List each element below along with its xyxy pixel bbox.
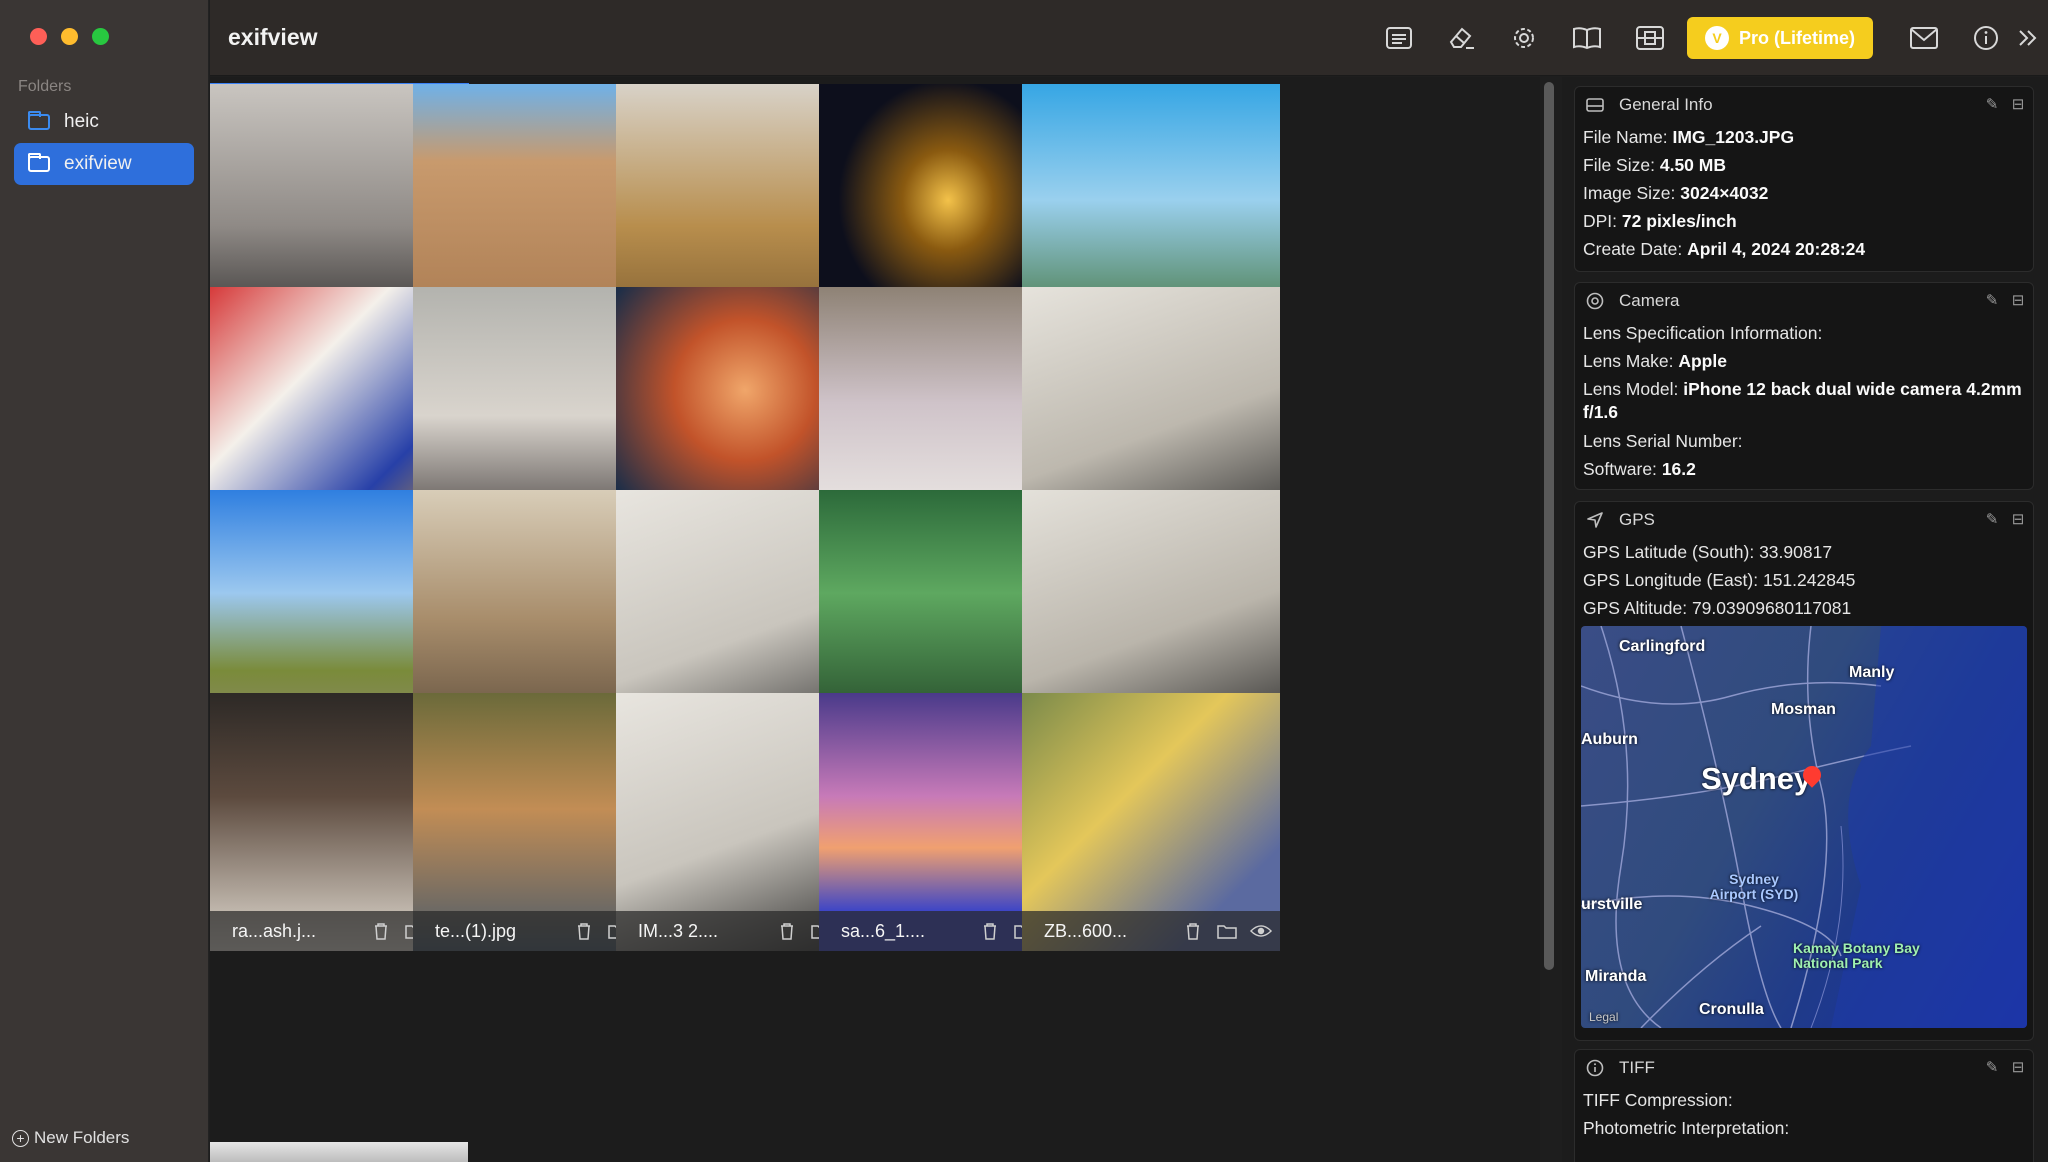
lens-model-row: Lens Model: iPhone 12 back dual wide cam… xyxy=(1583,379,2022,422)
trash-icon[interactable] xyxy=(979,921,1001,941)
aperture-icon xyxy=(1585,291,1605,311)
map-label-miranda: Miranda xyxy=(1585,968,1647,985)
edit-icon[interactable]: ✎ xyxy=(1983,291,2001,309)
sidebar-item-exifview[interactable]: exifview xyxy=(14,143,194,185)
collapse-icon[interactable]: ⊟ xyxy=(2009,1058,2027,1076)
thumbnail-filename: ra...ash.j... xyxy=(232,920,317,941)
file-name-row: File Name: IMG_1203.JPG xyxy=(1583,127,1795,147)
tiff-compression-row: TIFF Compression: xyxy=(1583,1090,1733,1110)
zoom-window-button[interactable] xyxy=(92,28,109,45)
collapse-icon[interactable]: ⊟ xyxy=(2009,95,2027,113)
info-circle-icon xyxy=(1585,1058,1605,1078)
map-label-airport: Sydney Airport (SYD) xyxy=(1709,871,1799,902)
map-label-carlingford: Carlingford xyxy=(1619,638,1706,655)
trash-icon[interactable] xyxy=(573,921,595,941)
gps-card: GPS ✎ ⊟ GPS Latitude (South): 33.90817 G… xyxy=(1574,501,2034,1041)
close-window-button[interactable] xyxy=(30,28,47,45)
lens-serial-row: Lens Serial Number: xyxy=(1583,431,1743,451)
tiff-header: TIFF ✎ ⊟ xyxy=(1575,1050,2033,1086)
thumbnail-image xyxy=(210,1142,468,1162)
thumbnail-item[interactable]: ZB...600... xyxy=(1022,693,1280,951)
edit-icon[interactable]: ✎ xyxy=(1983,510,2001,528)
eye-icon[interactable] xyxy=(1250,921,1272,941)
gps-altitude-row: GPS Altitude: 79.03909680117081 xyxy=(1583,598,1852,618)
folder-icon[interactable] xyxy=(1216,921,1238,941)
edit-icon[interactable]: ✎ xyxy=(1983,1058,2001,1076)
grid-scrollbar[interactable] xyxy=(1544,82,1554,970)
general-info-header: General Info ✎ ⊟ xyxy=(1575,87,2033,123)
thumbnail-bar: ZB...600... xyxy=(1022,911,1280,951)
collapse-icon[interactable]: ⊟ xyxy=(2009,291,2027,309)
map-label-botany-bay: Kamay Botany Bay National Park xyxy=(1793,940,1920,971)
thumbnail-item[interactable] xyxy=(210,1142,468,1162)
create-date-row: Create Date: April 4, 2024 20:28:24 xyxy=(1583,239,1866,259)
drive-icon xyxy=(1585,95,1605,115)
chevrons-right-icon[interactable] xyxy=(2011,22,2045,54)
map-label-sydney: Sydney xyxy=(1701,761,1812,796)
map-label-auburn: Auburn xyxy=(1581,731,1638,748)
folder-icon xyxy=(28,153,50,172)
minimize-window-button[interactable] xyxy=(61,28,78,45)
info-panel: General Info ✎ ⊟ File Name: IMG_1203.JPG… xyxy=(1562,77,2048,1162)
folders-section-title: Folders xyxy=(18,78,72,95)
plus-circle-icon: + xyxy=(12,1129,29,1147)
image-size-row: Image Size: 3024×4032 xyxy=(1583,183,1769,203)
info-icon[interactable] xyxy=(1969,22,2003,54)
file-size-row: File Size: 4.50 MB xyxy=(1583,155,1726,175)
map-label-hurstville: urstville xyxy=(1581,896,1643,913)
sidebar-item-label: heic xyxy=(64,111,99,132)
map-label-mosman: Mosman xyxy=(1771,701,1836,718)
map-legal-link[interactable]: Legal xyxy=(1589,1010,1618,1024)
gps-title: GPS xyxy=(1619,510,1655,529)
folder-icon xyxy=(28,111,50,130)
trash-icon[interactable] xyxy=(776,921,798,941)
thumbnail-filename: sa...6_1.... xyxy=(841,920,926,941)
pro-lifetime-button[interactable]: V Pro (Lifetime) xyxy=(1687,17,1873,59)
software-row: Software: 16.2 xyxy=(1583,459,1696,479)
grid-icon[interactable] xyxy=(1633,22,1667,54)
edit-icon[interactable]: ✎ xyxy=(1983,95,2001,113)
app-title: exifview xyxy=(228,24,318,50)
trash-icon[interactable] xyxy=(1182,921,1204,941)
map-label-manly: Manly xyxy=(1849,664,1895,681)
pro-badge-icon: V xyxy=(1704,26,1729,50)
lens-spec-row: Lens Specification Information: xyxy=(1583,323,1823,343)
eraser-icon[interactable] xyxy=(1444,22,1478,54)
mail-icon[interactable] xyxy=(1907,22,1941,54)
dpi-row: DPI: 72 pixles/inch xyxy=(1583,211,1737,231)
sidebar: Folders heic exifview + New Folders xyxy=(0,0,209,1162)
pro-label: Pro (Lifetime) xyxy=(1738,27,1855,48)
trash-icon[interactable] xyxy=(370,921,392,941)
gear-icon[interactable] xyxy=(1507,22,1541,54)
gps-header: GPS ✎ ⊟ xyxy=(1575,502,2033,538)
window-controls xyxy=(30,28,109,45)
list-icon[interactable] xyxy=(1382,22,1416,54)
camera-header: Camera ✎ ⊟ xyxy=(1575,283,2033,319)
photometric-row: Photometric Interpretation: xyxy=(1583,1118,1790,1138)
gps-latitude-row: GPS Latitude (South): 33.90817 xyxy=(1583,542,1833,562)
titlebar: exifview V Pro (Lifetime) xyxy=(210,0,2048,76)
tiff-card: TIFF ✎ ⊟ TIFF Compression: Photometric I… xyxy=(1574,1049,2034,1162)
map-label-cronulla: Cronulla xyxy=(1699,1001,1764,1018)
thumbnail-filename: te...(1).jpg xyxy=(435,920,517,941)
location-arrow-icon xyxy=(1585,510,1605,530)
general-info-card: General Info ✎ ⊟ File Name: IMG_1203.JPG… xyxy=(1574,86,2034,272)
camera-title: Camera xyxy=(1619,291,1680,310)
thumbnail-grid: Co...03_...se...ash.j...24..._03....IM..… xyxy=(210,77,1540,1162)
lens-make-row: Lens Make: Apple xyxy=(1583,351,1727,371)
general-info-title: General Info xyxy=(1619,95,1713,114)
tiff-title: TIFF xyxy=(1619,1058,1655,1077)
camera-card: Camera ✎ ⊟ Lens Specification Informatio… xyxy=(1574,282,2034,490)
gps-longitude-row: GPS Longitude (East): 151.242845 xyxy=(1583,570,1856,590)
new-folders-label: New Folders xyxy=(34,1128,130,1147)
sidebar-item-label: exifview xyxy=(64,153,132,174)
thumbnail-filename: ZB...600... xyxy=(1044,920,1128,941)
gps-map[interactable]: Carlingford Manly Mosman Auburn Sydney S… xyxy=(1581,626,2027,1028)
new-folders-button[interactable]: + New Folders xyxy=(12,1128,129,1148)
thumbnail-filename: IM...3 2.... xyxy=(638,920,719,941)
collapse-icon[interactable]: ⊟ xyxy=(2009,510,2027,528)
sidebar-item-heic[interactable]: heic xyxy=(14,101,194,143)
book-icon[interactable] xyxy=(1570,22,1604,54)
